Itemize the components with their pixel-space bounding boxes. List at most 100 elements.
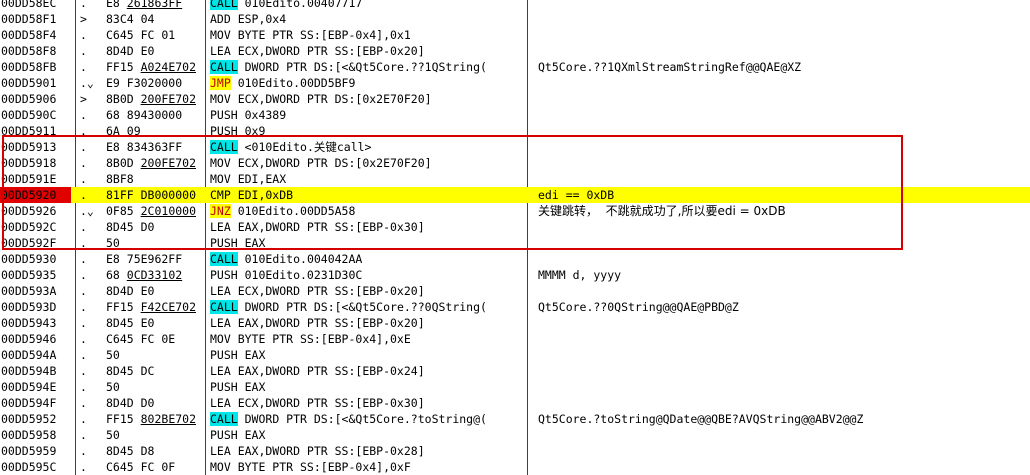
table-row[interactable]: 00DD58FB. FF15 A024E702 CALL DWORD PTR DS:… [0,59,1030,75]
table-row[interactable]: 00DD594B. 8D45 DC LEA EAX,DWORD PTR SS:[EB… [0,363,1030,379]
row-address[interactable]: 00DD595C [0,459,71,475]
row-disassembly[interactable]: LEA ECX,DWORD PTR SS:[EBP-0x30] [210,395,526,411]
row-address[interactable]: 00DD5920 [0,187,71,203]
row-address[interactable]: 00DD593A [0,283,71,299]
row-address[interactable]: 00DD592C [0,219,71,235]
row-address[interactable]: 00DD594A [0,347,71,363]
row-comment: edi == 0xDB [538,188,615,202]
row-address[interactable]: 00DD591E [0,171,71,187]
row-address[interactable]: 00DD5913 [0,139,71,155]
row-disassembly[interactable]: JMP 010Edito.00DD5BF9 [210,75,526,91]
row-address[interactable]: 00DD594B [0,363,71,379]
row-disassembly[interactable]: PUSH 0x9 [210,123,526,139]
row-disassembly[interactable]: PUSH 0x4389 [210,107,526,123]
row-disassembly[interactable]: CALL DWORD PTR DS:[<&Qt5Core.??1QString( [210,59,526,75]
table-row[interactable]: 00DD58F8. 8D4D E0 LEA ECX,DWORD PTR SS:[EB… [0,43,1030,59]
row-address[interactable]: 00DD5946 [0,331,71,347]
hex-bytes-part: 8B0D [106,156,141,170]
row-comment [538,91,1028,107]
table-row[interactable]: 00DD58EC. E8 261863FF CALL 010Edito.004077… [0,0,1030,11]
row-hex-bytes: 8B0D 200FE702 [106,155,204,171]
table-row[interactable]: 00DD5911. 6A 09 PUSH 0x9 [0,123,1030,139]
row-address[interactable]: 00DD592F [0,235,71,251]
row-disassembly[interactable]: MOV BYTE PTR SS:[EBP-0x4],0x1 [210,27,526,43]
row-address[interactable]: 00DD5901 [0,75,71,91]
table-row[interactable]: 00DD592C. 8D45 D0 LEA EAX,DWORD PTR SS:[EB… [0,219,1030,235]
row-address[interactable]: 00DD5906 [0,91,71,107]
row-address[interactable]: 00DD5918 [0,155,71,171]
table-row[interactable]: 00DD5958. 50 PUSH EAX [0,427,1030,443]
row-address[interactable]: 00DD5930 [0,251,71,267]
row-disassembly[interactable]: CMP EDI,0xDB [210,187,526,203]
table-row[interactable]: 00DD5935. 68 0CD33102 PUSH 010Edito.0231D3… [0,267,1030,283]
row-address[interactable]: 00DD5943 [0,315,71,331]
table-row[interactable]: 00DD592F. 50 PUSH EAX [0,235,1030,251]
row-disassembly[interactable]: LEA EAX,DWORD PTR SS:[EBP-0x20] [210,315,526,331]
row-address[interactable]: 00DD58F4 [0,27,71,43]
row-disassembly[interactable]: ADD ESP,0x4 [210,11,526,27]
table-row[interactable]: 00DD593D. FF15 F42CE702 CALL DWORD PTR DS:… [0,299,1030,315]
row-disassembly[interactable]: CALL DWORD PTR DS:[<&Qt5Core.?toString@( [210,411,526,427]
table-row[interactable]: 00DD5901 .⌄ E9 F3020000 JMP 010Edito.00DD5B… [0,75,1030,91]
row-address[interactable]: 00DD5935 [0,267,71,283]
row-address[interactable]: 00DD5959 [0,443,71,459]
row-disassembly[interactable]: PUSH EAX [210,427,526,443]
row-disassembly[interactable]: CALL 010Edito.004042AA [210,251,526,267]
row-hex-bytes: 8B0D 200FE702 [106,91,204,107]
table-row[interactable]: 00DD5926 .⌄ 0F85 2C010000 JNZ 010Edito.00DD… [0,203,1030,219]
table-row[interactable]: 00DD5930. E8 75E962FF CALL 010Edito.004042… [0,251,1030,267]
operand-text: MOV ECX,DWORD PTR DS:[0x2E70F20] [210,156,432,170]
row-disassembly[interactable]: MOV BYTE PTR SS:[EBP-0x4],0xF [210,459,526,475]
table-row[interactable]: 00DD593A. 8D4D E0 LEA ECX,DWORD PTR SS:[EB… [0,283,1030,299]
table-row-selected[interactable]: 00DD5920. 81FF DB000000 CMP EDI,0xDB edi ==… [0,187,1030,203]
table-row[interactable]: 00DD590C. 68 89430000 PUSH 0x4389 [0,107,1030,123]
row-address[interactable]: 00DD5911 [0,123,71,139]
table-row[interactable]: 00DD5943. 8D45 E0 LEA EAX,DWORD PTR SS:[EB… [0,315,1030,331]
row-disassembly[interactable]: MOV BYTE PTR SS:[EBP-0x4],0xE [210,331,526,347]
row-hex-bytes: FF15 F42CE702 [106,299,204,315]
row-disassembly[interactable]: PUSH 010Edito.0231D30C [210,267,526,283]
row-disassembly[interactable]: MOV ECX,DWORD PTR DS:[0x2E70F20] [210,91,526,107]
row-address[interactable]: 00DD5958 [0,427,71,443]
table-row[interactable]: 00DD58F4. C645 FC 01 MOV BYTE PTR SS:[EBP-… [0,27,1030,43]
table-row[interactable]: 00DD5952. FF15 802BE702 CALL DWORD PTR DS:… [0,411,1030,427]
table-row[interactable]: 00DD58F1 >83C4 04 ADD ESP,0x4 [0,11,1030,27]
row-address[interactable]: 00DD5952 [0,411,71,427]
table-row[interactable]: 00DD594A. 50 PUSH EAX [0,347,1030,363]
row-disassembly[interactable]: PUSH EAX [210,235,526,251]
table-row[interactable]: 00DD594E. 50 PUSH EAX [0,379,1030,395]
row-comment: Qt5Core.??0QString@@QAE@PBD@Z [538,300,739,314]
table-row[interactable]: 00DD591E. 8BF8 MOV EDI,EAX [0,171,1030,187]
row-disassembly[interactable]: CALL DWORD PTR DS:[<&Qt5Core.??0QString( [210,299,526,315]
row-disassembly[interactable]: LEA ECX,DWORD PTR SS:[EBP-0x20] [210,283,526,299]
row-disassembly[interactable]: PUSH EAX [210,347,526,363]
row-disassembly[interactable]: LEA EAX,DWORD PTR SS:[EBP-0x24] [210,363,526,379]
row-disassembly[interactable]: LEA EAX,DWORD PTR SS:[EBP-0x28] [210,443,526,459]
row-address[interactable]: 00DD594F [0,395,71,411]
table-row[interactable]: 00DD5959. 8D45 D8 LEA EAX,DWORD PTR SS:[EB… [0,443,1030,459]
row-disassembly[interactable]: MOV ECX,DWORD PTR DS:[0x2E70F20] [210,155,526,171]
row-disassembly[interactable]: JNZ 010Edito.00DD5A58 [210,203,526,219]
row-address[interactable]: 00DD58F8 [0,43,71,59]
table-row[interactable]: 00DD5913. E8 834363FF CALL <010Edito.关键cal… [0,139,1030,155]
row-disassembly[interactable]: LEA EAX,DWORD PTR SS:[EBP-0x30] [210,219,526,235]
table-row[interactable]: 00DD595C. C645 FC 0F MOV BYTE PTR SS:[EBP-… [0,459,1030,475]
row-address[interactable]: 00DD58EC [0,0,71,11]
row-disassembly[interactable]: MOV EDI,EAX [210,171,526,187]
row-address[interactable]: 00DD5926 [0,203,71,219]
row-address[interactable]: 00DD58F1 [0,11,71,27]
row-address[interactable]: 00DD594E [0,379,71,395]
row-address[interactable]: 00DD593D [0,299,71,315]
table-row[interactable]: 00DD5918. 8B0D 200FE702 MOV ECX,DWORD PTR … [0,155,1030,171]
row-disassembly[interactable]: CALL 010Edito.00407717 [210,0,526,11]
row-address[interactable]: 00DD590C [0,107,71,123]
hex-bytes-part: 8D45 D0 [106,220,155,234]
row-address[interactable]: 00DD58FB [0,59,71,75]
row-disassembly[interactable]: CALL <010Edito.关键call> [210,139,526,155]
disassembly-pane[interactable]: 00DD58EC. E8 261863FF CALL 010Edito.004077… [0,0,1030,475]
table-row[interactable]: 00DD5906 >8B0D 200FE702 MOV ECX,DWORD PTR … [0,91,1030,107]
table-row[interactable]: 00DD5946. C645 FC 0E MOV BYTE PTR SS:[EBP-… [0,331,1030,347]
row-disassembly[interactable]: PUSH EAX [210,379,526,395]
row-disassembly[interactable]: LEA ECX,DWORD PTR SS:[EBP-0x20] [210,43,526,59]
table-row[interactable]: 00DD594F. 8D4D D0 LEA ECX,DWORD PTR SS:[EB… [0,395,1030,411]
